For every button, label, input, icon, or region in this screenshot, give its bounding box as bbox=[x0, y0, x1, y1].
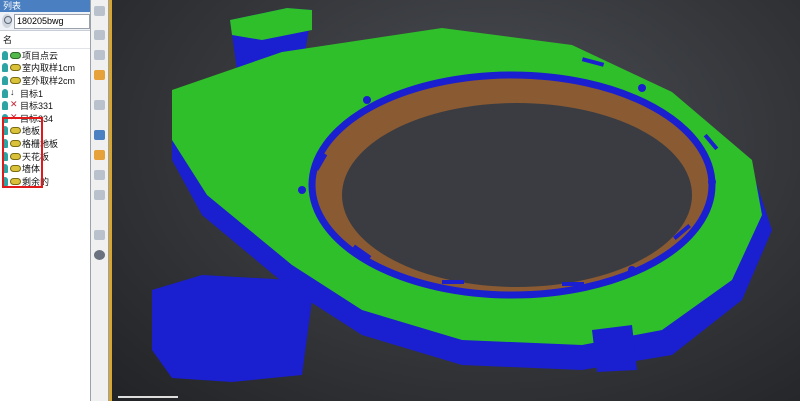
column-header-name[interactable]: 名 bbox=[0, 31, 90, 49]
visibility-bulb-icon[interactable] bbox=[2, 101, 8, 111]
highlight-box bbox=[2, 117, 43, 188]
visibility-bulb-icon[interactable] bbox=[2, 63, 8, 73]
toolbar-button[interactable] bbox=[94, 190, 105, 200]
visibility-bulb-icon[interactable] bbox=[2, 88, 8, 98]
tree-item-project-cloud[interactable]: 项目点云 bbox=[0, 49, 90, 62]
point-cloud-scan bbox=[152, 8, 772, 382]
tree-item-target-1[interactable]: 目标1 bbox=[0, 87, 90, 100]
annex-wall bbox=[152, 275, 312, 382]
point-cloud-icon bbox=[10, 76, 21, 84]
toolbar-button[interactable] bbox=[94, 6, 105, 16]
toolbar-button[interactable] bbox=[94, 170, 105, 180]
tree-item-outdoor-sample[interactable]: 室外取样2cm bbox=[0, 74, 90, 87]
toolbar-button[interactable] bbox=[94, 250, 105, 260]
tree-item-label: 目标1 bbox=[20, 88, 44, 99]
toolbar-button[interactable] bbox=[94, 100, 105, 110]
toolbar-button[interactable] bbox=[94, 30, 105, 40]
tree-item-target-331[interactable]: 目标331 bbox=[0, 99, 90, 112]
point-cloud-viewport[interactable] bbox=[112, 0, 800, 401]
toolbar-button[interactable] bbox=[94, 130, 105, 140]
visibility-bulb-icon[interactable] bbox=[2, 75, 8, 85]
ring-hole bbox=[342, 103, 692, 287]
tree-item-indoor-sample[interactable]: 室内取样1cm bbox=[0, 62, 90, 75]
tree-item-label: 室外取样2cm bbox=[22, 75, 76, 86]
tree-item-label: 项目点云 bbox=[22, 50, 59, 61]
point-cloud-icon bbox=[10, 51, 21, 59]
target-icon bbox=[10, 99, 19, 110]
search-input[interactable] bbox=[14, 13, 90, 29]
toolbar-button[interactable] bbox=[94, 50, 105, 60]
target-icon bbox=[10, 87, 19, 98]
search-icon[interactable] bbox=[2, 14, 12, 28]
scale-bar bbox=[118, 396, 178, 398]
point-cloud-icon bbox=[10, 64, 21, 72]
visibility-bulb-icon[interactable] bbox=[2, 50, 8, 60]
vertical-toolbar bbox=[91, 0, 109, 401]
search-row bbox=[0, 12, 90, 31]
tree-item-label: 目标331 bbox=[20, 101, 54, 112]
tree-item-label: 室内取样1cm bbox=[22, 63, 76, 74]
toolbar-button[interactable] bbox=[94, 70, 105, 80]
toolbar-button[interactable] bbox=[94, 230, 105, 240]
panel-title: 列表 bbox=[0, 0, 90, 12]
list-panel: 列表 名 项目点云 室内取样1cm 室外取样2cm 目标1 目标33 bbox=[0, 0, 91, 401]
pillar bbox=[592, 325, 637, 372]
toolbar-button[interactable] bbox=[94, 150, 105, 160]
